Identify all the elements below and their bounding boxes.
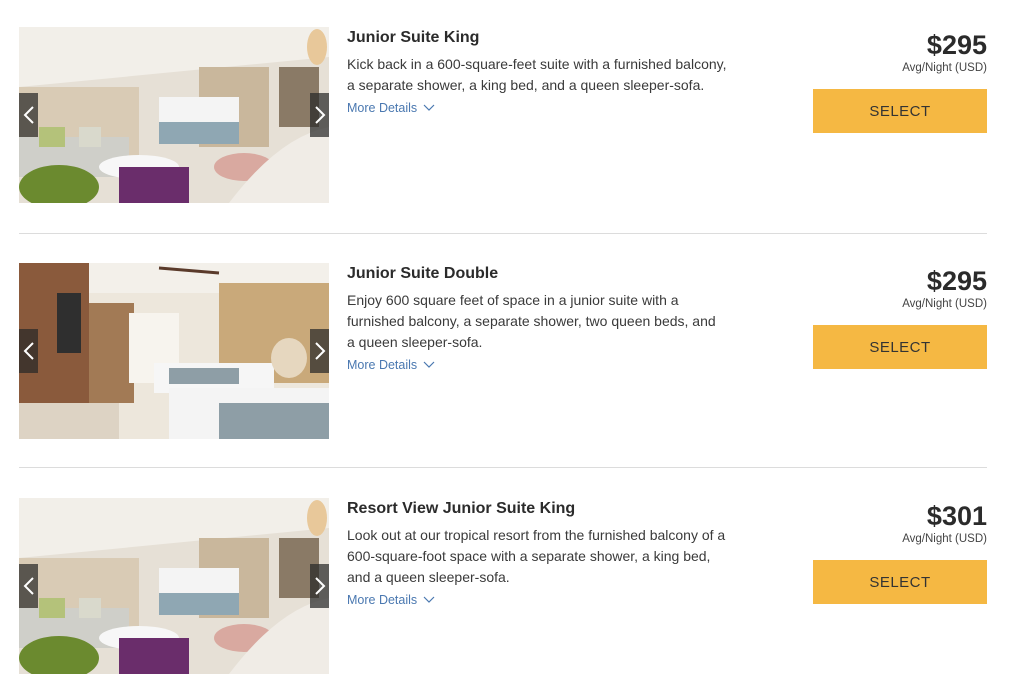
room-photo-gallery	[19, 27, 329, 203]
price-box: $295 Avg/Night (USD)	[787, 27, 987, 74]
chevron-right-icon	[314, 106, 325, 124]
price-note: Avg/Night (USD)	[902, 62, 987, 74]
room-photo	[19, 498, 329, 674]
more-details-label: More Details	[347, 593, 418, 607]
chevron-down-icon	[423, 104, 435, 111]
gallery-next-button[interactable]	[310, 93, 329, 137]
more-details-link[interactable]: More Details	[347, 593, 435, 607]
chevron-left-icon	[23, 577, 34, 595]
select-button[interactable]: SELECT	[813, 325, 987, 369]
room-price: $295	[926, 30, 987, 60]
price-note: Avg/Night (USD)	[902, 298, 987, 310]
price-box: $301 Avg/Night (USD)	[787, 498, 987, 545]
room-description: Look out at our tropical resort from the…	[347, 527, 726, 585]
chevron-left-icon	[23, 106, 34, 124]
room-price: $295	[926, 266, 987, 296]
chevron-right-icon	[314, 577, 325, 595]
gallery-prev-button[interactable]	[19, 93, 38, 137]
room-card: Resort View Junior Suite King Look out a…	[19, 498, 987, 674]
more-details-link[interactable]: More Details	[347, 358, 435, 372]
gallery-next-button[interactable]	[310, 329, 329, 373]
more-details-label: More Details	[347, 358, 418, 372]
room-photo-gallery	[19, 498, 329, 674]
gallery-next-button[interactable]	[310, 564, 329, 608]
more-details-link[interactable]: More Details	[347, 101, 435, 115]
chevron-down-icon	[423, 596, 435, 603]
divider	[19, 233, 987, 234]
room-info: Junior Suite King Kick back in a 600-squ…	[347, 27, 747, 117]
chevron-left-icon	[23, 342, 34, 360]
price-box: $295 Avg/Night (USD)	[787, 263, 987, 310]
divider	[19, 467, 987, 468]
price-note: Avg/Night (USD)	[902, 533, 987, 545]
chevron-right-icon	[314, 342, 325, 360]
gallery-prev-button[interactable]	[19, 564, 38, 608]
select-button[interactable]: SELECT	[813, 89, 987, 133]
room-title: Junior Suite King	[347, 29, 480, 46]
room-info: Resort View Junior Suite King Look out a…	[347, 498, 747, 609]
room-price: $301	[926, 501, 987, 531]
room-description: Enjoy 600 square feet of space in a juni…	[347, 292, 716, 350]
more-details-label: More Details	[347, 101, 418, 115]
room-card: Junior Suite King Kick back in a 600-squ…	[19, 27, 987, 203]
room-title: Resort View Junior Suite King	[347, 500, 576, 517]
room-photo	[19, 263, 329, 439]
select-button[interactable]: SELECT	[813, 560, 987, 604]
room-card: Junior Suite Double Enjoy 600 square fee…	[19, 263, 987, 439]
gallery-prev-button[interactable]	[19, 329, 38, 373]
room-photo	[19, 27, 329, 203]
room-info: Junior Suite Double Enjoy 600 square fee…	[347, 263, 747, 374]
room-photo-gallery	[19, 263, 329, 439]
chevron-down-icon	[423, 361, 435, 368]
room-title: Junior Suite Double	[347, 265, 499, 282]
room-description: Kick back in a 600-square-feet suite wit…	[347, 56, 727, 93]
